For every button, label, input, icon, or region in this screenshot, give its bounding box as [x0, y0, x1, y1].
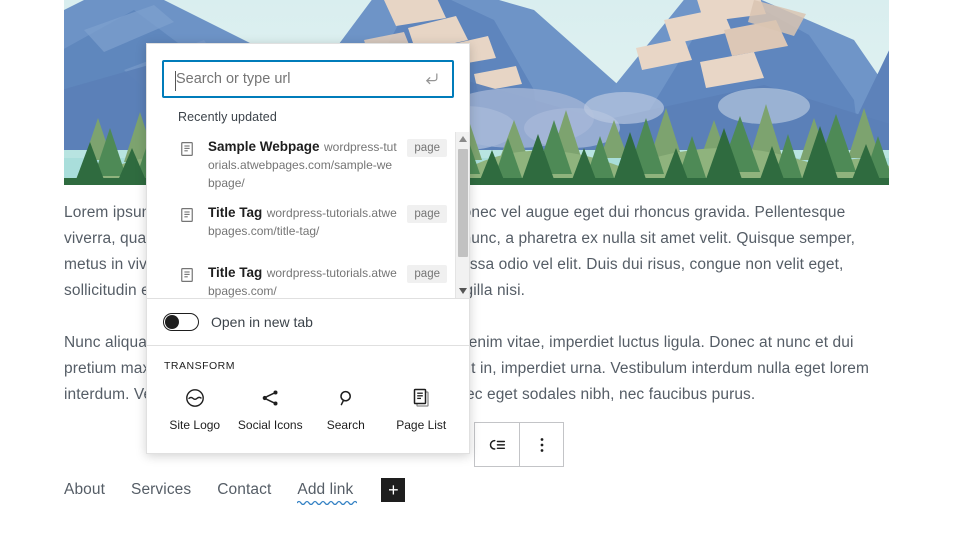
transform-section: TRANSFORM Site Logo Social Icons Search … — [147, 345, 469, 453]
page-document-icon — [181, 268, 193, 282]
link-search-input[interactable] — [164, 62, 452, 96]
open-in-new-tab-label: Open in new tab — [211, 314, 313, 330]
text-caret — [175, 71, 176, 91]
list-item-badge: page — [407, 139, 447, 157]
list-item-text: Title Tag wordpress-tutorials.atwebpages… — [208, 264, 397, 298]
search-icon — [334, 386, 358, 410]
link-settings-button[interactable] — [475, 423, 519, 466]
nav-item-contact[interactable]: Contact — [217, 481, 271, 499]
chevron-up-icon — [459, 136, 467, 142]
scrollbar-down-arrow[interactable] — [456, 284, 469, 298]
results-scrollbar[interactable] — [455, 132, 469, 298]
list-item-text: Title Tag wordpress-tutorials.atwebpages… — [208, 204, 397, 240]
page-document-icon — [181, 142, 193, 156]
chevron-down-icon — [459, 288, 467, 294]
page-icon — [178, 140, 198, 163]
magnifier-icon — [340, 390, 351, 406]
transform-option-label: Site Logo — [169, 418, 221, 432]
open-in-new-tab-toggle[interactable] — [163, 313, 199, 331]
share-icon — [258, 386, 282, 410]
list-item[interactable]: Title Tag wordpress-tutorials.atwebpages… — [147, 198, 455, 258]
nav-item-services[interactable]: Services — [131, 481, 191, 499]
list-item-text: Sample Webpage wordpress-tutorials.atweb… — [208, 138, 397, 192]
scrollbar-up-arrow[interactable] — [456, 132, 469, 146]
more-options-button[interactable] — [519, 423, 563, 466]
transform-option-label: Search — [326, 418, 365, 432]
list-item-badge: page — [407, 265, 447, 283]
share-nodes-icon — [262, 390, 278, 406]
page-icon — [178, 266, 198, 289]
link-search-field[interactable] — [162, 60, 454, 98]
list-item[interactable]: Sample Webpage wordpress-tutorials.atweb… — [147, 132, 455, 198]
nav-item-add-link-label: Add link — [297, 481, 354, 498]
list-item-title: Sample Webpage — [208, 139, 320, 154]
vertical-ellipsis-icon — [540, 437, 543, 452]
transform-option-social-icons[interactable]: Social Icons — [233, 384, 309, 435]
site-logo-circle-icon — [185, 389, 204, 407]
transform-option-page-list[interactable]: Page List — [384, 384, 460, 435]
nav-appender-button[interactable]: + — [381, 478, 406, 502]
transform-option-label: Social Icons — [237, 418, 303, 432]
page-document-icon — [181, 208, 193, 222]
transform-options-grid: Site Logo Social Icons Search Page List — [157, 384, 459, 435]
open-in-new-tab-row[interactable]: Open in new tab — [147, 298, 469, 345]
wavy-underline-icon — [297, 500, 358, 505]
link-list-icon — [489, 439, 506, 450]
link-results-list: Sample Webpage wordpress-tutorials.atweb… — [147, 132, 455, 298]
toggle-knob — [165, 315, 179, 329]
transform-option-site-logo[interactable]: Site Logo — [157, 384, 233, 435]
link-submit-button[interactable] — [418, 66, 444, 92]
page-list-icon — [409, 386, 433, 410]
list-item[interactable]: Title Tag wordpress-tutorials.atwebpages… — [147, 258, 455, 298]
return-arrow-icon — [426, 73, 438, 85]
nav-item-add-link[interactable]: Add link — [297, 481, 358, 505]
page-icon — [178, 206, 198, 229]
site-logo-icon — [183, 386, 207, 410]
editor-canvas: Lorem ipsum dolor sit amet, consectetur … — [0, 0, 969, 548]
transform-option-label: Page List — [396, 418, 447, 432]
link-control-popover: Recently updated Sample Webpage wo — [146, 43, 470, 454]
list-item-badge: page — [407, 205, 447, 223]
list-item-title: Title Tag — [208, 265, 263, 280]
transform-section-title: TRANSFORM — [164, 360, 235, 372]
scrollbar-thumb[interactable] — [458, 149, 468, 257]
list-item-title: Title Tag — [208, 205, 263, 220]
recently-updated-label: Recently updated — [178, 110, 277, 124]
nav-item-about[interactable]: About — [64, 481, 105, 499]
link-search-section — [147, 44, 469, 108]
stacked-pages-icon — [414, 388, 429, 407]
navigation-block[interactable]: About Services Contact Add link + — [64, 478, 406, 505]
block-toolbar — [474, 422, 564, 467]
link-results-area: Sample Webpage wordpress-tutorials.atweb… — [147, 132, 469, 298]
transform-option-search[interactable]: Search — [308, 384, 384, 435]
